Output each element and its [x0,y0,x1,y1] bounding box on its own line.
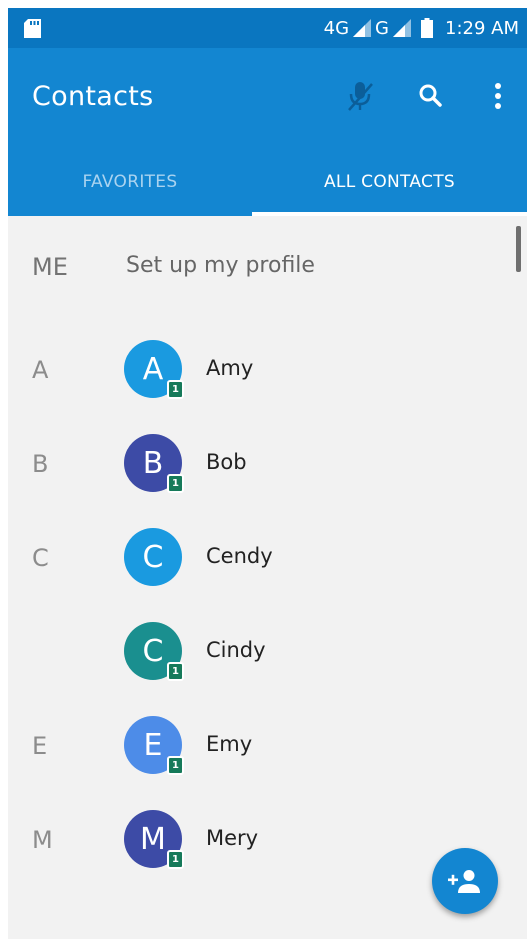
contact-name: Cendy [206,544,273,568]
contact-name: Emy [206,732,253,756]
section-letter: C [32,544,49,572]
voice-search-button[interactable] [340,76,380,116]
network-g-label: G [375,17,389,39]
search-icon [419,84,442,107]
sim-card-icon: 1 [167,850,184,869]
search-button[interactable] [411,76,451,116]
avatar: C [124,528,182,586]
sim-number: 1 [172,478,179,489]
contact-name: Mery [206,826,259,850]
section-letter: E [32,732,48,760]
contact-name: Amy [206,356,254,380]
section-letter: B [32,450,49,478]
contact-row[interactable]: A A 1 Amy [8,330,508,410]
signal-icon [353,19,372,37]
sim-card-icon: 1 [167,662,184,681]
avatar-initial: E [143,727,163,763]
contact-name: Bob [206,450,247,474]
contact-row[interactable]: C 1 Cindy [8,612,508,692]
add-contact-button[interactable] [432,848,498,914]
avatar-initial: M [140,821,166,857]
sim-card-icon: 1 [167,380,184,399]
avatar-initial: C [142,539,164,575]
battery-icon [421,18,433,38]
avatar-initial: B [142,445,164,481]
sim-number: 1 [172,854,179,865]
app-bar: Contacts FAVORITES ALL CONTACTS [8,48,527,216]
contacts-screen: 4G G 1:29 AM Contacts FAVORITES ALL CONT… [8,8,527,939]
section-letter: A [32,356,49,384]
me-section-label: ME [32,253,68,281]
signal-icon [393,19,411,37]
clock: 1:29 AM [445,17,519,39]
contact-row[interactable]: B B 1 Bob [8,424,508,504]
more-vert-icon [495,83,501,109]
tab-indicator [252,212,527,216]
sim-card-icon: 1 [167,756,184,775]
mic-off-icon [348,82,373,111]
scrollbar[interactable] [516,226,521,272]
tab-all-contacts[interactable]: ALL CONTACTS [252,152,527,212]
sim-number: 1 [172,384,179,395]
more-options-button[interactable] [478,76,518,116]
contact-row[interactable]: C C Cendy [8,518,508,598]
status-bar: 4G G 1:29 AM [8,8,527,48]
sim-number: 1 [172,666,179,677]
tab-favorites[interactable]: FAVORITES [8,152,252,212]
network-4g-label: 4G [323,17,350,39]
sd-card-icon [24,19,41,38]
contact-row[interactable]: E E 1 Emy [8,706,508,786]
sim-card-icon: 1 [167,474,184,493]
section-letter: M [32,826,53,854]
page-title: Contacts [32,81,154,112]
sim-number: 1 [172,760,179,771]
contact-row[interactable]: M M 1 Mery [8,800,508,880]
setup-profile-link[interactable]: Set up my profile [126,253,315,278]
avatar-initial: C [142,633,164,669]
contact-name: Cindy [206,638,266,662]
add-contact-icon [448,870,480,893]
avatar-initial: A [142,351,164,387]
